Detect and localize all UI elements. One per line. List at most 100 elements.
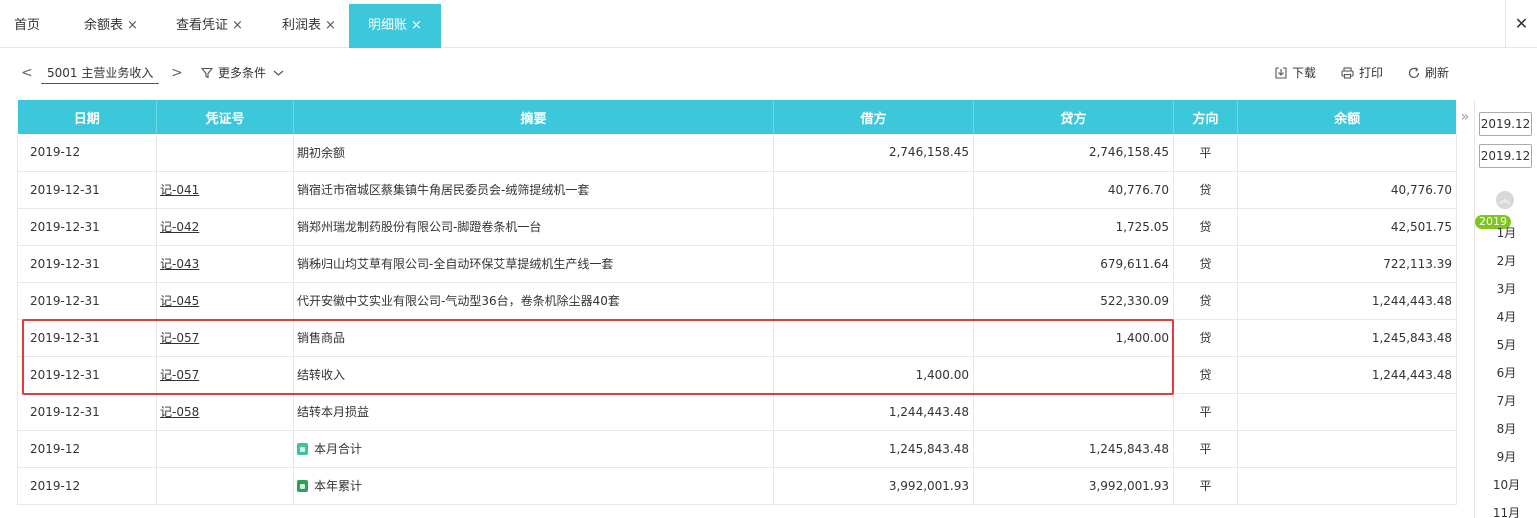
col-header-direction[interactable]: 方向 (1173, 100, 1238, 134)
print-label: 打印 (1359, 66, 1384, 80)
cell-voucher (156, 467, 294, 505)
tab-income-statement[interactable]: 利润表 × (282, 4, 336, 48)
cell-summary: 结转本月损益 (293, 393, 774, 431)
cell-balance (1237, 134, 1457, 172)
collapse-sidebar-icon[interactable]: » (1456, 100, 1474, 134)
close-icon[interactable]: × (127, 18, 138, 33)
cell-summary: 结转收入 (293, 356, 774, 394)
year-total-icon (297, 480, 308, 492)
tab-view-voucher[interactable]: 查看凭证 × (176, 4, 243, 48)
cell-direction: 贷 (1173, 356, 1238, 394)
table-row[interactable]: 2019-12-31 记-057 结转收入 1,400.00 贷 1,244,443.48 (17, 356, 1457, 394)
month-item[interactable]: 4月 (1475, 308, 1537, 325)
cell-summary: 销售商品 (293, 319, 774, 357)
cell-direction: 贷 (1173, 319, 1238, 357)
account-selector[interactable]: 5001 主营业务收入 (41, 62, 160, 84)
cell-credit: 3,992,001.93 (973, 467, 1174, 505)
cell-date: 2019-12-31 (17, 171, 157, 209)
period-start-box[interactable]: 2019.12 (1479, 112, 1532, 136)
col-header-voucher[interactable]: 凭证号 (156, 100, 294, 134)
cell-credit: 679,611.64 (973, 245, 1174, 283)
more-conditions-button[interactable]: 更多条件 (201, 62, 284, 84)
refresh-button[interactable]: 刷新 (1408, 62, 1449, 84)
print-button[interactable]: 打印 (1341, 62, 1383, 84)
summary-text: 本年累计 (314, 479, 363, 493)
toolbar: < 5001 主营业务收入 > 更多条件 下载 打印 刷新 (0, 48, 1470, 100)
cell-balance (1237, 393, 1457, 431)
voucher-link[interactable]: 记-045 (160, 294, 199, 308)
month-total-icon (297, 443, 308, 455)
cell-date: 2019-12-31 (17, 393, 157, 431)
table-row[interactable]: 2019-12 本年累计 3,992,001.93 3,992,001.93 平 (17, 467, 1457, 505)
col-header-credit[interactable]: 贷方 (973, 100, 1174, 134)
cell-balance: 42,501.75 (1237, 208, 1457, 246)
close-icon[interactable]: × (325, 18, 336, 33)
table-row[interactable]: 2019-12-31 记-042 销郑州瑞龙制药股份有限公司-脚蹬卷条机一台 1,72… (17, 208, 1457, 246)
voucher-link[interactable]: 记-057 (160, 331, 199, 345)
col-header-date[interactable]: 日期 (17, 100, 157, 134)
cell-direction: 贷 (1173, 282, 1238, 320)
printer-icon (1341, 67, 1354, 79)
month-item[interactable]: 11月 (1475, 504, 1537, 518)
col-header-summary[interactable]: 摘要 (293, 100, 774, 134)
summary-text: 本月合计 (314, 442, 363, 456)
cell-balance (1237, 467, 1457, 505)
voucher-link[interactable]: 记-058 (160, 405, 199, 419)
table-row[interactable]: 2019-12-31 记-058 结转本月损益 1,244,443.48 平 (17, 393, 1457, 431)
tab-detail-ledger[interactable]: 明细账 × (349, 4, 441, 48)
table-row[interactable]: 2019-12 本月合计 1,245,843.48 1,245,843.48 平 (17, 430, 1457, 468)
cell-voucher: 记-057 (156, 356, 294, 394)
tab-home[interactable]: 首页 (14, 4, 40, 48)
month-item[interactable]: 1月 (1475, 224, 1537, 241)
cell-date: 2019-12 (17, 467, 157, 505)
cell-balance (1237, 430, 1457, 468)
cell-balance: 722,113.39 (1237, 245, 1457, 283)
voucher-link[interactable]: 记-043 (160, 257, 199, 271)
cell-voucher: 记-042 (156, 208, 294, 246)
next-account-icon[interactable]: > (171, 62, 183, 84)
table-row[interactable]: 2019-12-31 记-043 销秭归山均艾草有限公司-全自动环保艾草提绒机生产线… (17, 245, 1457, 283)
table-row[interactable]: 2019-12-31 记-041 销宿迁市宿城区蔡集镇牛角居民委员会-绒筛提绒机一套… (17, 171, 1457, 209)
cell-summary: 代开安徽中艾实业有限公司-气动型36台，卷条机除尘器40套 (293, 282, 774, 320)
close-icon[interactable]: × (411, 18, 422, 33)
window-close-icon[interactable]: ✕ (1505, 0, 1537, 48)
table-row[interactable]: 2019-12-31 记-045 代开安徽中艾实业有限公司-气动型36台，卷条机除尘… (17, 282, 1457, 320)
more-conditions-label: 更多条件 (218, 66, 267, 80)
month-item[interactable]: 2月 (1475, 252, 1537, 269)
detail-ledger-table: 日期 凭证号 摘要 借方 贷方 方向 余额 2019-12 期初余额 2,746,1… (17, 100, 1457, 505)
col-header-balance[interactable]: 余额 (1237, 100, 1457, 134)
voucher-link[interactable]: 记-057 (160, 368, 199, 382)
col-header-debit[interactable]: 借方 (773, 100, 974, 134)
month-item[interactable]: 3月 (1475, 280, 1537, 297)
month-item[interactable]: 10月 (1475, 476, 1537, 493)
close-icon[interactable]: × (232, 18, 243, 33)
month-item[interactable]: 6月 (1475, 364, 1537, 381)
chevron-down-icon (273, 70, 284, 76)
cell-voucher: 记-045 (156, 282, 294, 320)
prev-account-icon[interactable]: < (21, 62, 33, 84)
period-end-box[interactable]: 2019.12 (1479, 144, 1532, 168)
voucher-link[interactable]: 记-041 (160, 183, 199, 197)
month-item[interactable]: 9月 (1475, 448, 1537, 465)
month-item[interactable]: 8月 (1475, 420, 1537, 437)
cell-debit (773, 245, 974, 283)
table-row[interactable]: 2019-12-31 记-057 销售商品 1,400.00 贷 1,245,843.48 (17, 319, 1457, 357)
tab-balance-sheet[interactable]: 余额表 × (84, 4, 138, 48)
cell-direction: 贷 (1173, 171, 1238, 209)
month-item[interactable]: 7月 (1475, 392, 1537, 409)
cell-debit (773, 282, 974, 320)
cell-debit: 3,992,001.93 (773, 467, 974, 505)
download-button[interactable]: 下载 (1275, 62, 1316, 84)
month-item[interactable]: 5月 (1475, 336, 1537, 353)
cell-direction: 平 (1173, 467, 1238, 505)
table-row[interactable]: 2019-12 期初余额 2,746,158.45 2,746,158.45 平 (17, 134, 1457, 172)
voucher-link[interactable]: 记-042 (160, 220, 199, 234)
cell-credit: 1,725.05 (973, 208, 1174, 246)
cell-date: 2019-12-31 (17, 282, 157, 320)
cell-voucher: 记-057 (156, 319, 294, 357)
cell-credit: 40,776.70 (973, 171, 1174, 209)
cell-summary: 期初余额 (293, 134, 774, 172)
period-sidebar: 2019.12 2019.12 ︽ 2019 1月 2月 3月 4月 5月 6月 7月 8月 9… (1474, 100, 1537, 518)
cell-debit: 1,245,843.48 (773, 430, 974, 468)
chevron-up-icon[interactable]: ︽ (1496, 191, 1514, 209)
